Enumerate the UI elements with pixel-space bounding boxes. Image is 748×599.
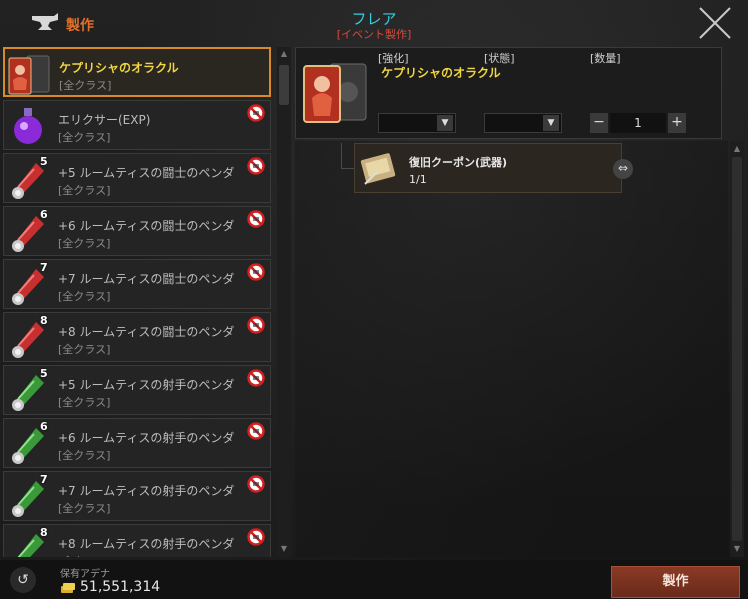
list-item-name: +5 ルームティスの射手のペンダ: [58, 378, 235, 392]
enhance-level-badge: 6: [40, 420, 48, 433]
list-item[interactable]: 7 +7 ルームティスの闘士のペンダ [全クラス]: [3, 259, 271, 309]
list-item-name: ケプリシャのオラクル: [59, 61, 179, 75]
list-item[interactable]: 5 +5 ルームティスの射手のペンダ [全クラス]: [3, 365, 271, 415]
footer: ↺ 保有アデナ 51,551,314 製作: [0, 560, 748, 599]
no-trade-icon: [247, 263, 265, 281]
recipe-list: ケプリシャのオラクル [全クラス] エリクサー(EXP) [全クラス] 5 +5 ルームテ…: [3, 47, 273, 557]
enhance-level-badge: 8: [40, 526, 48, 539]
card-icon: [303, 63, 367, 123]
back-button[interactable]: ↺: [10, 567, 36, 593]
list-item[interactable]: 6 +6 ルームティスの闘士のペンダ [全クラス]: [3, 206, 271, 256]
tree-connector: [341, 143, 354, 169]
chevron-down-icon: ▼: [543, 115, 559, 131]
adena-coin-icon: [61, 583, 75, 593]
swap-icon[interactable]: ⇔: [613, 159, 633, 179]
list-item[interactable]: ケプリシャのオラクル [全クラス]: [3, 47, 271, 97]
list-item-name: +7 ルームティスの闘士のペンダ: [58, 272, 235, 286]
material-slot[interactable]: 復旧クーポン(武器) 1/1: [354, 143, 622, 193]
enhance-level-badge: 5: [40, 367, 48, 380]
coupon-icon: [360, 153, 396, 185]
list-item[interactable]: 8 +8 ルームティスの闘士のペンダ [全クラス]: [3, 312, 271, 362]
enhance-level-badge: 7: [40, 261, 48, 274]
no-trade-icon: [247, 369, 265, 387]
list-item[interactable]: 6 +6 ルームティスの射手のペンダ [全クラス]: [3, 418, 271, 468]
list-item-class: [全クラス]: [58, 343, 111, 356]
craft-button[interactable]: 製作: [611, 566, 740, 598]
list-item-name: +6 ルームティスの闘士のペンダ: [58, 219, 235, 233]
list-item-name: +7 ルームティスの射手のペンダ: [58, 484, 235, 498]
quantity-stepper: − 1 +: [590, 113, 686, 133]
quantity-input[interactable]: 1: [610, 113, 666, 133]
list-item[interactable]: 7 +7 ルームティスの射手のペンダ [全クラス]: [3, 471, 271, 521]
scroll-down-icon[interactable]: ▼: [279, 544, 289, 554]
quantity-label: [数量]: [590, 52, 621, 65]
list-item[interactable]: 8 +8 ルームティスの射手のペンダ [全クラス]: [3, 524, 271, 557]
material-name: 復旧クーポン(武器): [409, 156, 508, 169]
list-item-name: +6 ルームティスの射手のペンダ: [58, 431, 235, 445]
no-trade-icon: [247, 422, 265, 440]
scroll-down-icon[interactable]: ▼: [732, 544, 742, 554]
list-item-class: [全クラス]: [58, 131, 111, 144]
list-item-class: [全クラス]: [58, 553, 110, 557]
close-icon[interactable]: [697, 5, 733, 41]
list-item-name: +8 ルームティスの闘士のペンダ: [58, 325, 235, 339]
enhance-level-badge: 7: [40, 473, 48, 486]
chevron-down-icon: ▼: [437, 115, 453, 131]
list-item[interactable]: エリクサー(EXP) [全クラス]: [3, 100, 271, 150]
list-item-class: [全クラス]: [58, 502, 111, 515]
enhance-level-badge: 6: [40, 208, 48, 221]
list-item-name: +8 ルームティスの射手のペンダ: [58, 537, 235, 551]
list-item-class: [全クラス]: [58, 290, 111, 303]
increase-button[interactable]: +: [668, 113, 686, 133]
list-item[interactable]: 5 +5 ルームティスの闘士のペンダ [全クラス]: [3, 153, 271, 203]
material-count: 1/1: [409, 173, 427, 186]
adena-value: 51,551,314: [80, 579, 161, 595]
scroll-thumb[interactable]: [732, 157, 742, 541]
scroll-up-icon[interactable]: ▲: [279, 49, 289, 59]
card-icon: [8, 55, 50, 95]
list-item-class: [全クラス]: [58, 237, 111, 250]
state-select[interactable]: ▼: [484, 113, 562, 133]
list-item-class: [全クラス]: [59, 79, 112, 92]
recipe-list-scrollbar[interactable]: ▲ ▼: [277, 47, 291, 557]
list-item-name: エリクサー(EXP): [58, 113, 151, 127]
scroll-thumb[interactable]: [279, 65, 289, 105]
materials-panel: [295, 141, 728, 557]
enhance-level-badge: 8: [40, 314, 48, 327]
no-trade-icon: [247, 475, 265, 493]
adena-label: 保有アデナ: [60, 569, 110, 580]
enhance-level-badge: 5: [40, 155, 48, 168]
list-item-class: [全クラス]: [58, 396, 111, 409]
list-item-class: [全クラス]: [58, 184, 111, 197]
enhance-select[interactable]: ▼: [378, 113, 456, 133]
no-trade-icon: [247, 210, 265, 228]
list-item-name: +5 ルームティスの闘士のペンダ: [58, 166, 235, 180]
no-trade-icon: [247, 157, 265, 175]
state-label: [状態]: [484, 52, 515, 65]
no-trade-icon: [247, 316, 265, 334]
no-trade-icon: [247, 528, 265, 546]
header: 製作 フレア [イベント製作]: [0, 0, 748, 46]
list-item-class: [全クラス]: [58, 449, 111, 462]
page-subtitle: [イベント製作]: [336, 28, 412, 41]
materials-scrollbar[interactable]: ▲ ▼: [730, 141, 744, 557]
scroll-up-icon[interactable]: ▲: [732, 144, 742, 154]
detail-item-name: ケプリシャのオラクル: [381, 66, 501, 80]
potion-icon: [14, 108, 42, 144]
decrease-button[interactable]: −: [590, 113, 608, 133]
no-trade-icon: [247, 104, 265, 122]
enhance-label: [強化]: [378, 52, 409, 65]
